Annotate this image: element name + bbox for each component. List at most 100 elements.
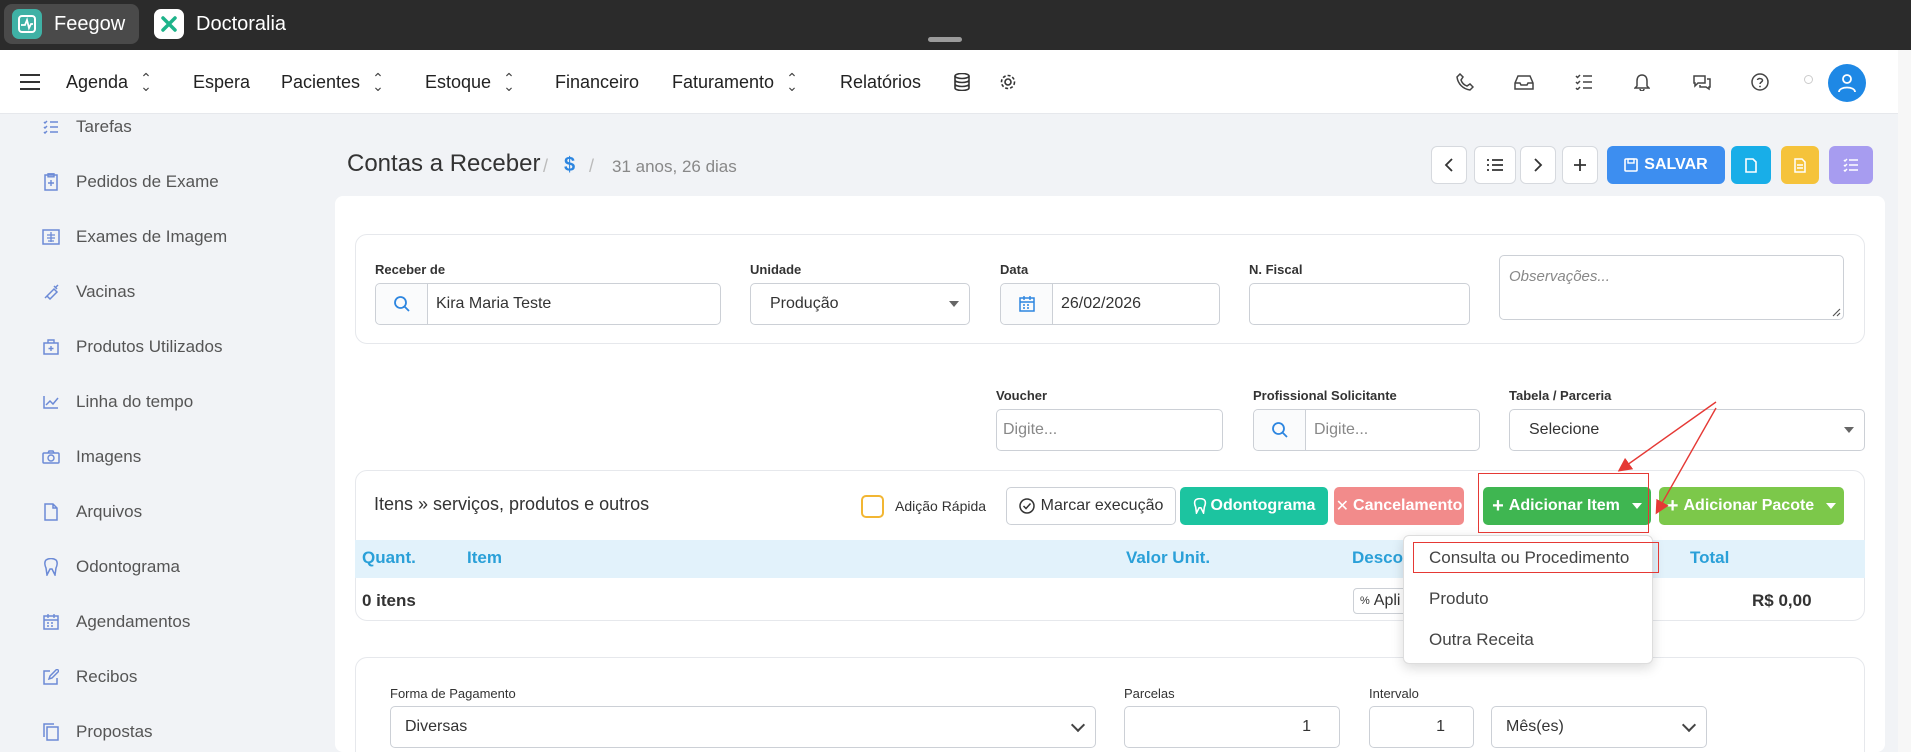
help-icon[interactable] (1748, 70, 1772, 94)
items-section-title: Itens » serviços, produtos e outros (374, 494, 650, 514)
user-avatar[interactable] (1828, 64, 1866, 102)
calendar-icon (1001, 284, 1053, 324)
plus-icon (1574, 159, 1586, 171)
box-icon (42, 338, 60, 356)
sidebar-item-arquivos[interactable]: Arquivos (42, 497, 142, 527)
caret-down-icon (1844, 427, 1854, 433)
observacoes-textarea[interactable]: Observações... (1499, 255, 1844, 320)
inbox-icon[interactable] (1512, 70, 1536, 94)
nav-espera[interactable]: Espera (193, 50, 250, 114)
nota-fiscal-input[interactable] (1249, 283, 1470, 325)
add-button[interactable] (1562, 146, 1598, 184)
nav-financeiro[interactable]: Financeiro (555, 50, 639, 114)
sidebar-item-linha-tempo[interactable]: Linha do tempo (42, 387, 193, 417)
sidebar-item-produtos-utilizados[interactable]: Produtos Utilizados (42, 332, 222, 362)
nav-estoque[interactable]: Estoque ⌃ ⌄ (425, 50, 515, 114)
sidebar-item-imagens[interactable]: Imagens (42, 442, 141, 472)
user-icon (1838, 74, 1856, 93)
column-total: Total (1690, 548, 1730, 567)
adicao-rapida-checkbox[interactable] (861, 495, 884, 518)
nav-agenda[interactable]: Agenda ⌃ ⌄ (66, 50, 152, 114)
status-indicator (1804, 75, 1813, 84)
receber-de-input[interactable]: Kira Maria Teste (375, 283, 721, 325)
intervalo-input[interactable]: 1 (1369, 706, 1474, 748)
adicionar-pacote-button[interactable]: + Adicionar Pacote (1659, 487, 1844, 525)
copy-icon (42, 723, 60, 741)
sidebar-item-exames-imagem[interactable]: Exames de Imagem (42, 222, 227, 252)
tasks-icon (42, 118, 60, 136)
tab-feegow[interactable]: Feegow (4, 4, 140, 44)
marcar-execucao-button[interactable]: Marcar execução (1006, 487, 1176, 525)
document-button[interactable] (1731, 146, 1771, 184)
sort-chevron-icon: ⌃ ⌄ (372, 70, 384, 94)
hamburger-menu-icon[interactable] (18, 70, 42, 94)
voucher-input[interactable]: Digite... (996, 409, 1223, 451)
sidebar-item-odontograma[interactable]: Odontograma (42, 552, 180, 582)
periodo-select[interactable]: Mês(es) (1491, 706, 1707, 748)
nav-faturamento[interactable]: Faturamento ⌃ ⌄ (672, 50, 798, 114)
sidebar-item-agendamentos[interactable]: Agendamentos (42, 607, 190, 637)
tab-label: Doctoralia (196, 12, 287, 35)
sort-chevron-icon: ⌃ ⌄ (503, 70, 515, 94)
search-icon (1254, 410, 1306, 450)
odontograma-button[interactable]: Odontograma (1180, 487, 1328, 525)
previous-button[interactable] (1431, 146, 1467, 184)
sidebar-item-tarefas[interactable]: Tarefas (42, 112, 132, 142)
column-item: Item (467, 548, 502, 567)
bell-icon[interactable] (1630, 70, 1654, 94)
chart-line-icon (42, 393, 60, 411)
cancelamento-button[interactable]: ✕ Cancelamento (1334, 487, 1464, 525)
breadcrumb-separator: / (543, 156, 549, 176)
apply-discount-button[interactable]: % Apli (1353, 588, 1408, 614)
breadcrumb-separator: / (589, 156, 595, 176)
xray-icon (42, 228, 60, 246)
gear-icon[interactable] (996, 70, 1020, 94)
close-icon: ✕ (1335, 498, 1350, 515)
list-button[interactable] (1474, 146, 1516, 184)
tasks-icon[interactable] (1572, 70, 1596, 94)
sidebar-item-recibos[interactable]: Recibos (42, 662, 137, 692)
profissional-input[interactable]: Digite... (1253, 409, 1480, 451)
tab-doctoralia[interactable]: Doctoralia (146, 4, 300, 44)
page-scrollbar[interactable] (1898, 50, 1911, 752)
app-tab-bar: Feegow Doctoralia (0, 0, 1911, 50)
tab-label: Feegow (54, 12, 126, 35)
clipboard-icon (42, 173, 60, 191)
drag-handle[interactable] (928, 37, 962, 42)
edit-icon (42, 668, 60, 686)
date-input[interactable]: 26/02/2026 (1000, 283, 1220, 325)
database-icon[interactable] (950, 70, 974, 94)
forma-pagamento-label: Forma de Pagamento (390, 686, 516, 701)
adicao-rapida-label: Adição Rápida (895, 498, 987, 514)
data-label: Data (1000, 262, 1029, 277)
intervalo-label: Intervalo (1369, 686, 1419, 701)
save-button[interactable]: SALVAR (1607, 146, 1725, 184)
unidade-select[interactable]: Produção (750, 283, 970, 325)
forma-pagamento-select[interactable]: Diversas (390, 706, 1096, 748)
syringe-icon (42, 283, 60, 301)
camera-icon (42, 448, 60, 466)
floppy-icon (1624, 158, 1639, 172)
tooth-icon (1193, 498, 1206, 514)
menu-item-outra-receita[interactable]: Outra Receita (1429, 630, 1534, 650)
resize-handle-icon[interactable] (1831, 307, 1841, 317)
parcelas-input[interactable]: 1 (1124, 706, 1340, 748)
file-text-icon (1794, 157, 1806, 173)
nav-relatorios[interactable]: Relatórios (840, 50, 921, 114)
caret-down-icon (1826, 503, 1837, 509)
next-button[interactable] (1520, 146, 1556, 184)
checklist-button[interactable] (1829, 146, 1873, 184)
phone-icon[interactable] (1453, 70, 1477, 94)
sidebar-item-pedidos-exame[interactable]: Pedidos de Exame (42, 167, 219, 197)
nav-pacientes[interactable]: Pacientes ⌃ ⌄ (281, 50, 384, 114)
menu-item-produto[interactable]: Produto (1429, 589, 1489, 609)
receipt-button[interactable] (1781, 146, 1819, 184)
column-desconto: Desco (1352, 548, 1404, 567)
doctoralia-logo-icon (154, 9, 184, 39)
sidebar-item-vacinas[interactable]: Vacinas (42, 277, 135, 307)
chevron-down-icon (1681, 717, 1697, 733)
sidebar-item-propostas[interactable]: Propostas (42, 717, 153, 747)
sort-chevron-icon: ⌃ ⌄ (140, 70, 152, 94)
chat-icon[interactable] (1690, 70, 1714, 94)
tabela-select[interactable]: Selecione (1509, 409, 1865, 451)
